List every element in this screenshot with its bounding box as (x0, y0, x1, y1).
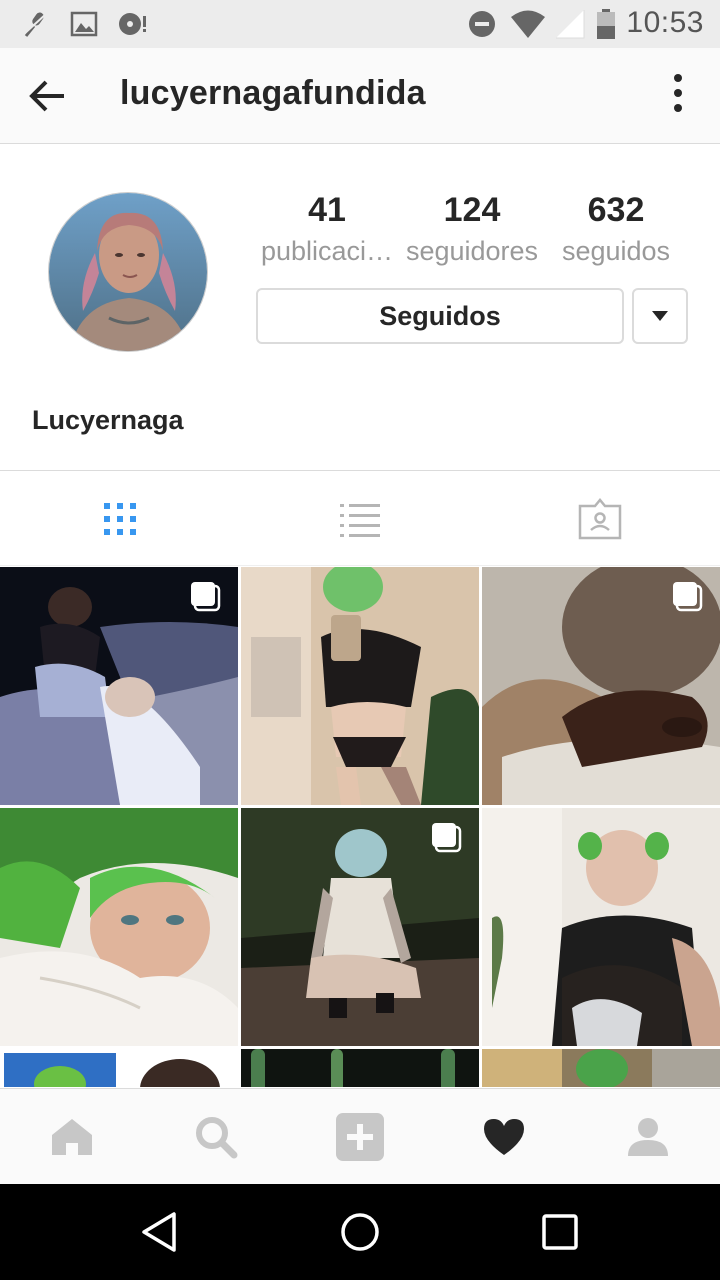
back-arrow-icon[interactable] (22, 72, 72, 120)
profile-full-name: Lucyernaga (32, 405, 184, 435)
nav-search[interactable] (144, 1089, 288, 1185)
post-thumbnail[interactable] (482, 808, 720, 1046)
stat-followers[interactable]: 124 seguidores (400, 191, 544, 267)
post-thumbnail[interactable] (0, 808, 238, 1046)
nav-activity[interactable] (432, 1089, 576, 1185)
profile-section: 41 publicaci… 124 seguidores 632 seguido… (0, 145, 720, 470)
post-thumbnail[interactable] (482, 567, 720, 805)
system-back-icon[interactable] (136, 1208, 184, 1256)
system-home-icon[interactable] (336, 1208, 384, 1256)
post-thumbnail[interactable] (0, 567, 238, 805)
more-options-icon[interactable] (666, 74, 690, 118)
profile-icon (628, 1118, 668, 1156)
status-bar: 10:53 (0, 0, 720, 48)
nav-profile[interactable] (576, 1089, 720, 1185)
mic-off-icon (23, 12, 47, 37)
wifi-icon (511, 10, 545, 38)
system-recents-icon[interactable] (536, 1208, 584, 1256)
suggestions-dropdown-button[interactable] (632, 288, 688, 344)
posts-label: publicaci… (260, 236, 394, 266)
profile-username-title: lucyernagafundida (120, 74, 426, 112)
following-label: seguidos (561, 236, 671, 266)
tab-list[interactable] (240, 471, 480, 567)
bottom-navigation (0, 1088, 720, 1184)
stat-posts: 41 publicaci… (256, 191, 398, 267)
post-thumbnail[interactable] (482, 1049, 720, 1087)
following-count: 632 (587, 191, 645, 229)
list-icon (340, 504, 380, 537)
grid-icon (104, 503, 136, 535)
signal-icon (556, 10, 585, 39)
caret-down-icon (652, 311, 668, 321)
followers-label: seguidores (405, 236, 539, 266)
battery-icon (597, 9, 615, 39)
profile-tabs (0, 470, 720, 566)
carousel-badge-icon (673, 582, 703, 612)
post-thumbnail[interactable] (241, 1049, 479, 1087)
tab-grid[interactable] (0, 471, 240, 567)
image-icon (70, 11, 98, 37)
posts-count: 41 (308, 191, 346, 229)
nav-new-post[interactable] (288, 1089, 432, 1185)
add-icon (336, 1113, 384, 1161)
nav-home[interactable] (0, 1089, 144, 1185)
stat-following[interactable]: 632 seguidos (546, 191, 686, 267)
following-button[interactable]: Seguidos (256, 288, 624, 344)
post-thumbnail[interactable] (0, 1049, 238, 1087)
heart-icon (484, 1119, 524, 1155)
do-not-disturb-icon (469, 11, 495, 37)
followers-count: 124 (443, 191, 501, 229)
carousel-badge-icon (432, 823, 462, 853)
posts-grid (0, 567, 720, 1087)
avatar[interactable] (48, 192, 208, 352)
status-time: 10:53 (626, 6, 704, 39)
carousel-badge-icon (191, 582, 221, 612)
post-thumbnail[interactable] (241, 808, 479, 1046)
home-icon (52, 1119, 92, 1155)
tab-tagged[interactable] (480, 471, 720, 567)
app-header: lucyernagafundida (0, 48, 720, 144)
search-icon (196, 1117, 238, 1159)
android-navigation-bar (0, 1184, 720, 1280)
tagged-icon (578, 498, 622, 540)
vinyl-alert-icon (119, 13, 146, 35)
post-thumbnail[interactable] (241, 567, 479, 805)
